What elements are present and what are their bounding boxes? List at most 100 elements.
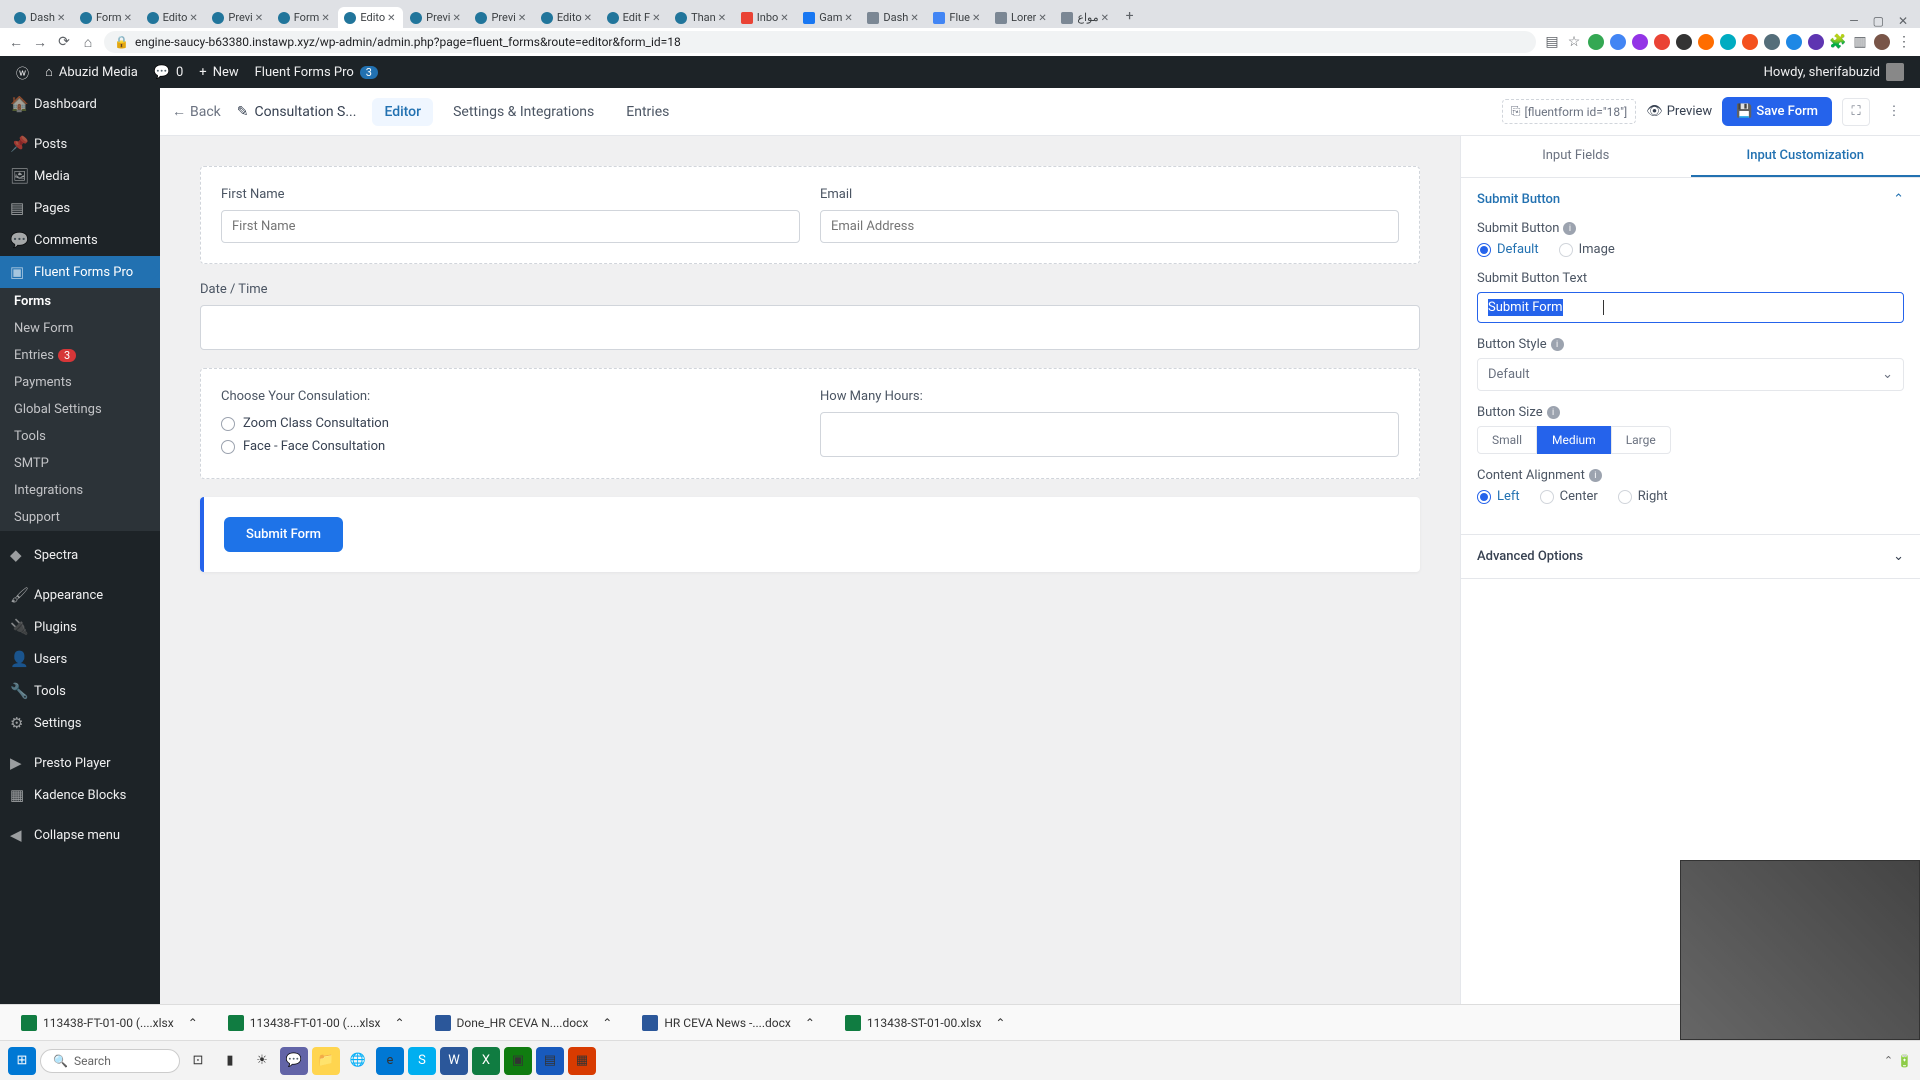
submenu-globalsettings[interactable]: Global Settings	[0, 396, 160, 423]
download-item[interactable]: 113438-ST-01-00.xlsx⌃	[836, 1010, 1015, 1036]
tab-settings[interactable]: Settings & Integrations	[441, 98, 606, 126]
home-icon[interactable]: ⌂	[80, 34, 96, 50]
app-icon[interactable]: ▦	[568, 1047, 596, 1075]
extension-icon[interactable]	[1632, 34, 1648, 50]
sidebar-item-appearance[interactable]: 🖌Appearance	[0, 579, 160, 611]
maximize-icon[interactable]: ▢	[1873, 14, 1884, 28]
wp-logo[interactable]: ⓦ	[8, 56, 37, 88]
panel-tab-fields[interactable]: Input Fields	[1461, 136, 1691, 177]
profile-avatar[interactable]	[1874, 34, 1890, 50]
size-medium[interactable]: Medium	[1537, 426, 1611, 454]
form-row[interactable]: First Name Email	[200, 166, 1420, 264]
fluent-forms-link[interactable]: Fluent Forms Pro3	[247, 56, 386, 88]
panel-tab-customization[interactable]: Input Customization	[1691, 136, 1920, 177]
submenu-integrations[interactable]: Integrations	[0, 477, 160, 504]
site-name[interactable]: ⌂Abuzid Media	[37, 56, 146, 88]
align-left[interactable]: Left	[1477, 489, 1520, 504]
new-tab-button[interactable]: +	[1118, 4, 1142, 28]
close-icon[interactable]: ✕	[910, 13, 920, 23]
howdy-user[interactable]: Howdy, sherifabuzid	[1756, 56, 1912, 88]
extension-icon[interactable]	[1610, 34, 1626, 50]
taskview-icon[interactable]: ⊡	[184, 1047, 212, 1075]
chevron-up-icon[interactable]: ⌃	[602, 1016, 612, 1030]
size-small[interactable]: Small	[1477, 426, 1537, 454]
bookmark-icon[interactable]: ☆	[1566, 34, 1582, 50]
browser-tab[interactable]: Flue✕	[927, 7, 988, 28]
minimize-icon[interactable]: —	[1849, 14, 1858, 28]
sidebar-item-comments[interactable]: 💬Comments	[0, 224, 160, 256]
close-icon[interactable]: ✕	[387, 13, 397, 23]
share-icon[interactable]: ▤	[1544, 34, 1560, 50]
tab-editor[interactable]: Editor	[372, 98, 433, 126]
new-content[interactable]: +New	[191, 56, 246, 88]
submit-form-button[interactable]: Submit Form	[224, 517, 343, 552]
close-icon[interactable]: ✕	[518, 13, 528, 23]
sidebar-item-plugins[interactable]: 🔌Plugins	[0, 611, 160, 643]
browser-tab[interactable]: Previ✕	[469, 7, 533, 28]
submenu-smtp[interactable]: SMTP	[0, 450, 160, 477]
download-item[interactable]: HR CEVA News -....docx⌃	[633, 1010, 824, 1036]
section-advanced-options[interactable]: Advanced Options ⌄	[1461, 535, 1920, 578]
align-center[interactable]: Center	[1540, 489, 1598, 504]
browser-tab[interactable]: Dash✕	[8, 7, 73, 28]
start-button[interactable]: ⊞	[8, 1047, 36, 1075]
radio-option-face[interactable]: Face - Face Consultation	[221, 435, 800, 458]
extension-icon[interactable]	[1654, 34, 1670, 50]
close-icon[interactable]: ✕	[57, 13, 67, 23]
browser-tab[interactable]: Form✕	[74, 7, 140, 28]
browser-tab[interactable]: Edito✕	[535, 7, 600, 28]
close-icon[interactable]: ✕	[718, 13, 728, 23]
chevron-up-icon[interactable]: ⌃	[805, 1016, 815, 1030]
close-icon[interactable]: ✕	[1101, 13, 1111, 23]
edge-icon[interactable]: e	[376, 1047, 404, 1075]
download-item[interactable]: Done_HR CEVA N....docx⌃	[426, 1010, 622, 1036]
extension-icon[interactable]	[1786, 34, 1802, 50]
close-icon[interactable]: ✕	[780, 13, 790, 23]
form-title[interactable]: ✎Consultation S...	[237, 104, 357, 120]
form-row[interactable]: Choose Your Consulation: Zoom Class Cons…	[200, 368, 1420, 479]
sidebar-item-dashboard[interactable]: 🏠Dashboard	[0, 88, 160, 120]
word-icon[interactable]: W	[440, 1047, 468, 1075]
radio-option-zoom[interactable]: Zoom Class Consultation	[221, 412, 800, 435]
tray-chevron-icon[interactable]: ⌃	[1884, 1054, 1893, 1067]
sidepanel-icon[interactable]: ▥	[1852, 34, 1868, 50]
section-submit-button[interactable]: Submit Button ⌃	[1461, 178, 1920, 221]
close-icon[interactable]: ✕	[844, 13, 854, 23]
chevron-up-icon[interactable]: ⌃	[394, 1016, 404, 1030]
close-icon[interactable]: ✕	[652, 13, 662, 23]
browser-tab[interactable]: Lorer✕	[989, 7, 1054, 28]
forward-icon[interactable]: →	[32, 34, 48, 50]
app-icon[interactable]: ▤	[536, 1047, 564, 1075]
tray-icon[interactable]: 🔋	[1897, 1054, 1912, 1068]
sidebar-item-presto[interactable]: ▶Presto Player	[0, 747, 160, 779]
close-icon[interactable]: ✕	[584, 13, 594, 23]
preview-button[interactable]: 👁Preview	[1646, 104, 1712, 119]
download-item[interactable]: 113438-FT-01-00 (....xlsx⌃	[219, 1010, 414, 1036]
extension-icon[interactable]	[1808, 34, 1824, 50]
submenu-support[interactable]: Support	[0, 504, 160, 531]
hours-input[interactable]	[820, 412, 1399, 457]
browser-tab[interactable]: مواع✕	[1055, 7, 1116, 28]
comments-link[interactable]: 💬0	[146, 56, 192, 88]
sidebar-item-tools[interactable]: 🔧Tools	[0, 675, 160, 707]
sidebar-item-kadence[interactable]: ▦Kadence Blocks	[0, 779, 160, 811]
browser-tab[interactable]: Previ✕	[206, 7, 270, 28]
chrome-icon[interactable]: 🌐	[344, 1047, 372, 1075]
browser-tab[interactable]: Inbo✕	[735, 7, 797, 28]
sidebar-item-users[interactable]: 👤Users	[0, 643, 160, 675]
button-style-select[interactable]: Default⌄	[1477, 358, 1904, 391]
close-icon[interactable]: ✕	[972, 13, 982, 23]
extension-icon[interactable]	[1742, 34, 1758, 50]
close-window-icon[interactable]: ✕	[1898, 14, 1908, 28]
sidebar-item-fluentforms[interactable]: ▣Fluent Forms Pro	[0, 256, 160, 288]
submenu-payments[interactable]: Payments	[0, 369, 160, 396]
browser-tab[interactable]: Edit F✕	[601, 7, 668, 28]
search-box[interactable]: 🔍Search	[40, 1049, 180, 1073]
weather-icon[interactable]: ☀	[248, 1047, 276, 1075]
skype-icon[interactable]: S	[408, 1047, 436, 1075]
more-button[interactable]: ⋮	[1880, 98, 1908, 126]
save-form-button[interactable]: 💾Save Form	[1722, 97, 1832, 126]
reload-icon[interactable]: ⟳	[56, 34, 72, 50]
radio-image[interactable]: Image	[1559, 242, 1615, 257]
submenu-tools[interactable]: Tools	[0, 423, 160, 450]
